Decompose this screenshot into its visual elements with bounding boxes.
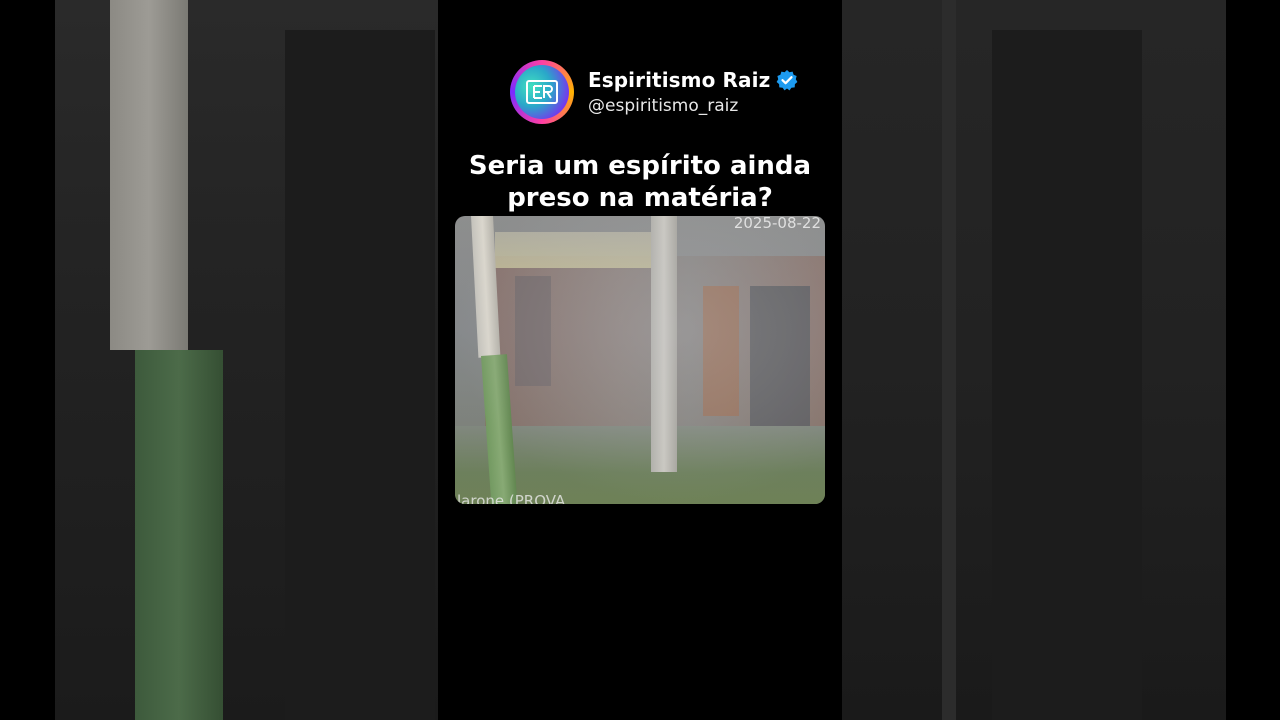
blurred-door: [285, 30, 435, 720]
account-names: Espiritismo Raiz @espiritismo_raiz: [588, 68, 798, 116]
post-question-text: Seria um espírito ainda preso na matéria…: [468, 151, 812, 213]
cctv-video-clip[interactable]: 2025-08-22 larone (PROVA: [455, 216, 825, 504]
display-name-row: Espiritismo Raiz: [588, 68, 798, 92]
account-handle: @espiritismo_raiz: [588, 96, 739, 116]
avatar: [510, 60, 574, 124]
avatar-inner: [515, 65, 569, 119]
fog-overlay: [455, 216, 825, 504]
blurred-pole-top: [110, 0, 188, 350]
video-timestamp: 2025-08-22: [733, 216, 821, 232]
blurred-pole-bottom: [135, 350, 223, 720]
verified-badge-icon: [776, 70, 798, 91]
blurred-background-right: [842, 0, 1226, 720]
short-video-content[interactable]: Espiritismo Raiz @espiritismo_raiz Seria…: [438, 0, 842, 720]
blurred-door: [992, 30, 1142, 720]
video-player-frame[interactable]: Espiritismo Raiz @espiritismo_raiz Seria…: [0, 0, 1280, 720]
post-header: Espiritismo Raiz @espiritismo_raiz: [510, 60, 798, 124]
blurred-edge: [942, 0, 956, 720]
blurred-background-left: [55, 0, 438, 720]
display-name: Espiritismo Raiz: [588, 68, 771, 92]
espiritismo-raiz-logo-icon: [526, 80, 558, 104]
video-caption: larone (PROVA: [457, 492, 566, 504]
